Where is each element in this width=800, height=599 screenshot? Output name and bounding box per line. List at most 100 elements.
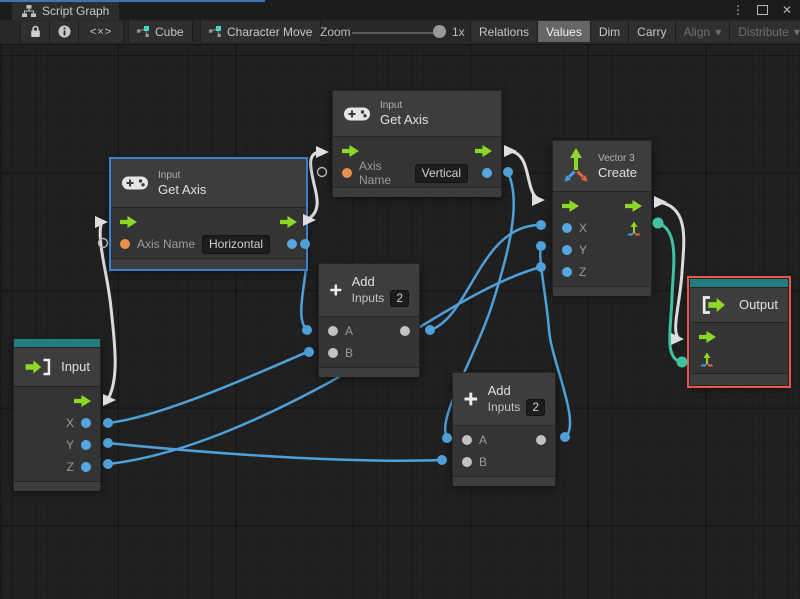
inputs-count-field[interactable]: 2 bbox=[390, 289, 409, 307]
inputs-label: Inputs bbox=[351, 291, 385, 305]
close-icon[interactable]: ✕ bbox=[777, 0, 797, 20]
script-graph-icon bbox=[22, 5, 36, 17]
node-graph-input[interactable]: Input X Y Z bbox=[13, 338, 101, 491]
lock-icon bbox=[30, 25, 40, 37]
control-ports-row bbox=[111, 211, 306, 233]
control-in-port[interactable] bbox=[562, 200, 579, 212]
input-port-z[interactable] bbox=[562, 267, 572, 277]
control-ports-row bbox=[14, 390, 100, 412]
node-vector3-create[interactable]: Vector 3 Create X Y Z bbox=[552, 140, 652, 296]
node-footer bbox=[690, 373, 788, 385]
port-label: X bbox=[579, 221, 588, 235]
result-output-port[interactable] bbox=[482, 168, 492, 178]
node-title: Create bbox=[598, 164, 638, 180]
node-footer bbox=[553, 286, 651, 296]
control-ports-row bbox=[690, 326, 788, 348]
value-port-row bbox=[690, 348, 788, 370]
port-label: X bbox=[65, 416, 74, 430]
input-port-b[interactable] bbox=[328, 348, 338, 358]
distribute-dropdown[interactable]: Distribute ▾ bbox=[730, 21, 800, 42]
breadcrumb-character-move[interactable]: Character Move bbox=[200, 21, 322, 42]
port-label: B bbox=[479, 455, 488, 469]
relations-toggle[interactable]: Relations bbox=[470, 21, 539, 42]
output-port-y[interactable] bbox=[81, 440, 91, 450]
output-port-z[interactable] bbox=[81, 462, 91, 472]
control-out-port[interactable] bbox=[280, 216, 297, 228]
node-title: Add bbox=[351, 273, 375, 289]
gamepad-icon bbox=[344, 107, 370, 120]
output-port-x[interactable] bbox=[81, 418, 91, 428]
zoom-slider-track[interactable] bbox=[352, 32, 444, 34]
control-ports-row bbox=[553, 195, 651, 217]
values-toggle[interactable]: Values bbox=[538, 21, 591, 42]
carry-toggle[interactable]: Carry bbox=[629, 21, 676, 42]
graph-node-icon bbox=[209, 26, 221, 37]
node-get-axis-horizontal[interactable]: Input Get Axis Axis Name Horizontal bbox=[109, 157, 308, 271]
zoom-slider-handle[interactable] bbox=[433, 25, 446, 38]
graph-toolbar: <×> Cube Character Move Zoom 1x Relation… bbox=[0, 20, 800, 45]
result-output-port[interactable] bbox=[287, 239, 297, 249]
port-row-a: A bbox=[453, 429, 555, 451]
dim-toggle[interactable]: Dim bbox=[590, 21, 630, 42]
sum-output-port[interactable] bbox=[400, 326, 410, 336]
node-graph-output[interactable]: Output bbox=[687, 276, 791, 388]
control-out-port[interactable] bbox=[475, 145, 492, 157]
node-get-axis-vertical[interactable]: Input Get Axis Axis Name Vertical bbox=[332, 90, 502, 197]
inputs-count-field[interactable]: 2 bbox=[526, 398, 545, 416]
tab-script-graph[interactable]: Script Graph bbox=[12, 2, 120, 20]
control-in-port[interactable] bbox=[342, 145, 359, 157]
node-titles: Vector 3 Create bbox=[598, 152, 637, 181]
vector3-input-port-icon[interactable] bbox=[699, 351, 715, 367]
axis-name-row: Axis Name Horizontal bbox=[111, 233, 306, 255]
control-out-port[interactable] bbox=[625, 200, 642, 212]
control-in-port[interactable] bbox=[120, 216, 137, 228]
graph-output-icon bbox=[702, 296, 725, 314]
plus-icon bbox=[330, 284, 342, 296]
control-out-port[interactable] bbox=[74, 395, 91, 407]
input-port-b[interactable] bbox=[462, 457, 472, 467]
node-add-2[interactable]: Add Inputs 2 A B bbox=[452, 372, 556, 486]
port-label: A bbox=[345, 324, 354, 338]
node-kicker: Input bbox=[380, 100, 403, 111]
sum-output-port[interactable] bbox=[536, 435, 546, 445]
port-label: B bbox=[345, 346, 354, 360]
port-row-x: X bbox=[14, 412, 100, 434]
port-row-z: Z bbox=[553, 261, 651, 283]
port-row-x: X bbox=[553, 217, 651, 239]
axis-name-value-field[interactable]: Vertical bbox=[414, 163, 468, 183]
info-icon bbox=[58, 25, 70, 38]
align-dropdown[interactable]: Align ▾ bbox=[675, 21, 731, 42]
port-label: Y bbox=[65, 438, 74, 452]
port-label: Z bbox=[66, 460, 74, 474]
vector3-result-port-icon[interactable] bbox=[626, 220, 642, 236]
node-titles: Input Get Axis bbox=[380, 99, 428, 128]
node-title: Get Axis bbox=[380, 112, 429, 127]
port-row-b: B bbox=[453, 451, 555, 473]
node-kicker: Vector 3 bbox=[598, 152, 635, 164]
axis-name-value-field[interactable]: Horizontal bbox=[202, 234, 271, 254]
more-menu-icon[interactable]: ⋮ bbox=[728, 0, 748, 20]
control-in-port[interactable] bbox=[699, 331, 716, 343]
node-title: Get Axis bbox=[158, 181, 207, 197]
chevron-down-icon: ▾ bbox=[793, 24, 800, 39]
vector3-icon bbox=[564, 148, 588, 182]
info-button[interactable] bbox=[50, 21, 79, 42]
breadcrumb-cube[interactable]: Cube bbox=[128, 21, 193, 42]
input-port-a[interactable] bbox=[462, 435, 472, 445]
node-caption-bar bbox=[14, 339, 100, 347]
tab-title: Script Graph bbox=[42, 4, 110, 18]
input-port-x[interactable] bbox=[562, 223, 572, 233]
edit-graph-button[interactable]: <×> bbox=[79, 21, 124, 42]
node-caption-bar bbox=[690, 279, 788, 287]
input-port-a[interactable] bbox=[328, 326, 338, 336]
breadcrumb-cube-label: Cube bbox=[155, 24, 184, 39]
port-label: Axis Name bbox=[359, 159, 392, 187]
lock-button[interactable] bbox=[20, 21, 50, 42]
string-input-port[interactable] bbox=[342, 168, 352, 178]
maximize-icon[interactable] bbox=[752, 0, 772, 20]
inputs-label: Inputs bbox=[487, 400, 521, 414]
input-port-y[interactable] bbox=[562, 245, 572, 255]
string-input-port[interactable] bbox=[120, 239, 130, 249]
zoom-value: 1x bbox=[452, 25, 465, 39]
node-add-1[interactable]: Add Inputs 2 A B bbox=[318, 263, 420, 377]
